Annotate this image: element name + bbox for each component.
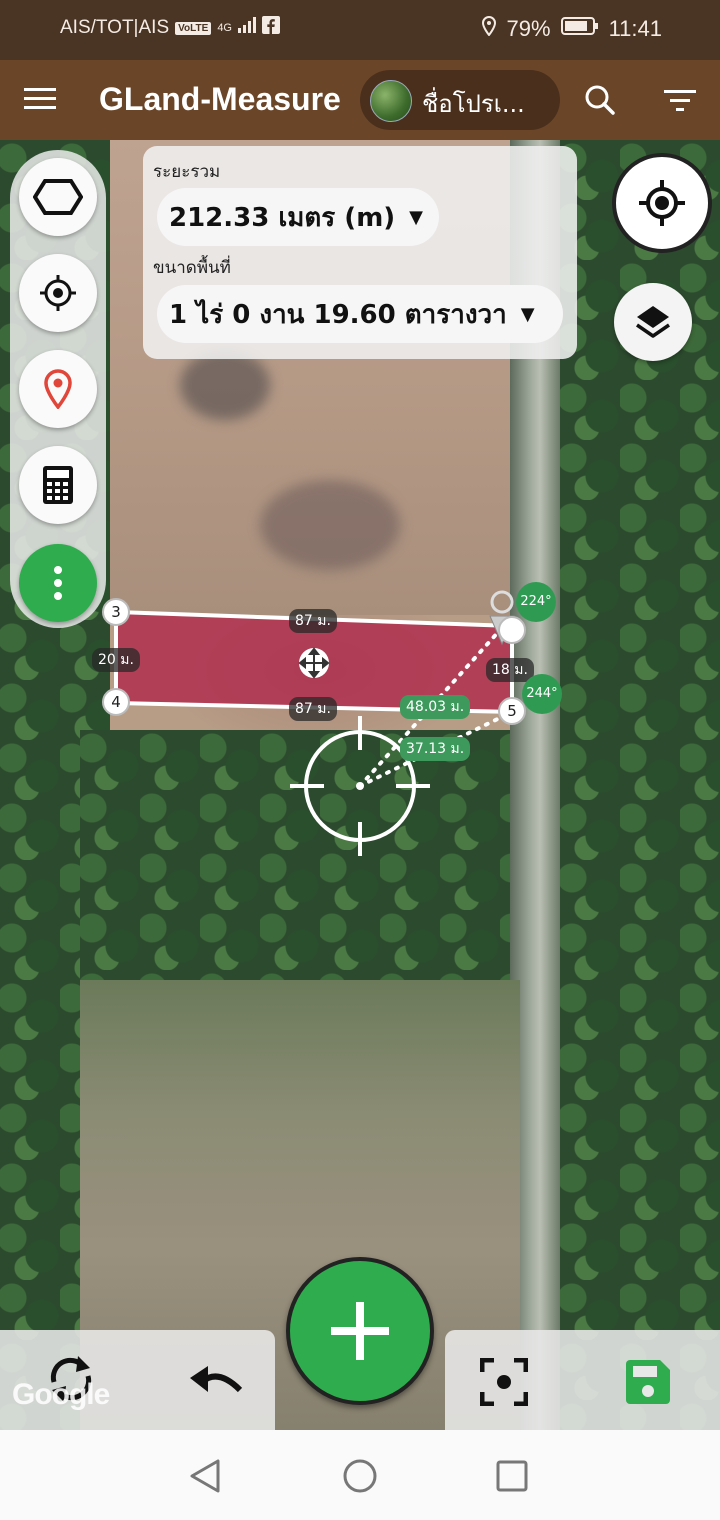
project-thumbnail	[370, 80, 412, 122]
gps-point-button[interactable]	[19, 254, 97, 332]
distance-label-2: 37.13 ม.	[400, 737, 471, 761]
pending-point-marker	[490, 590, 514, 614]
distance-label: ระยะรวม	[153, 162, 221, 182]
status-bar: AIS/TOT|AIS VoLTE 4G 79% 11:41	[0, 0, 720, 60]
crosshair-icon	[40, 275, 76, 311]
recents-icon[interactable]	[496, 1460, 528, 1496]
vertex-3[interactable]: 3	[102, 598, 130, 626]
edge-label-left: 20 ม.	[92, 648, 140, 672]
undo-icon	[190, 1366, 243, 1393]
menu-icon[interactable]	[24, 86, 56, 116]
bearing-badge-2: 244°	[522, 674, 562, 714]
battery-percent: 79%	[506, 16, 551, 41]
location-icon	[481, 15, 497, 42]
map-layers-button[interactable]	[614, 283, 692, 361]
edge-label-right: 18 ม.	[486, 658, 534, 682]
vertex-5[interactable]: 5	[498, 697, 526, 725]
vertex-4[interactable]: 4	[102, 688, 130, 716]
polygon-icon	[33, 179, 83, 215]
status-left: AIS/TOT|AIS VoLTE 4G	[60, 16, 280, 40]
back-icon[interactable]	[188, 1458, 222, 1498]
more-options-button[interactable]	[19, 544, 97, 622]
tool-panel	[10, 150, 106, 628]
volte-badge: VoLTE	[175, 21, 212, 35]
measurement-card: ระยะรวม 212.33 เมตร (m) ▼ ขนาดพื้นที่ 1 …	[143, 146, 577, 359]
calculator-icon	[43, 466, 73, 504]
distance-label-1: 48.03 ม.	[400, 695, 471, 719]
map-pin-icon	[44, 369, 72, 409]
my-location-button[interactable]	[612, 153, 712, 253]
area-unit-selector[interactable]: 1 ไร่ 0 งาน 19.60 ตารางวา ▼	[157, 285, 563, 343]
clock: 11:41	[608, 16, 662, 41]
vertex-active[interactable]	[498, 616, 526, 644]
project-selector[interactable]: ชื่อโปรเ...	[360, 70, 560, 130]
dropdown-arrow-icon: ▼	[409, 206, 424, 228]
edge-label-top: 87 ม.	[289, 609, 337, 633]
gps-fixed-icon	[639, 180, 685, 226]
signal-icon	[238, 17, 256, 39]
edge-label-bottom: 87 ม.	[289, 697, 337, 721]
pin-button[interactable]	[19, 350, 97, 428]
dropdown-arrow-icon: ▼	[520, 303, 535, 325]
layers-icon	[636, 306, 670, 338]
search-icon[interactable]	[584, 84, 616, 120]
google-attribution: Google	[12, 1378, 110, 1411]
app-title: GLand-Measure	[99, 81, 341, 117]
project-name: ชื่อโปรเ...	[422, 90, 525, 118]
add-point-button[interactable]	[286, 1257, 434, 1405]
undo-button[interactable]	[188, 1362, 244, 1406]
battery-icon	[560, 16, 599, 42]
status-right: 79% 11:41	[481, 15, 662, 42]
area-label: ขนาดพื้นที่	[153, 258, 231, 278]
save-button[interactable]	[624, 1358, 672, 1410]
polygon-tool-button[interactable]	[19, 158, 97, 236]
distance-value: 212.33 เมตร (m)	[169, 202, 396, 233]
carrier-text: AIS/TOT|AIS	[60, 17, 170, 38]
bearing-badge-1: 224°	[516, 582, 556, 622]
facebook-icon	[262, 16, 280, 40]
more-vertical-icon	[54, 566, 62, 600]
system-nav-bar	[0, 1430, 720, 1520]
filter-icon[interactable]	[664, 88, 696, 116]
network-type: 4G	[217, 22, 232, 34]
distance-unit-selector[interactable]: 212.33 เมตร (m) ▼	[157, 188, 439, 246]
area-value: 1 ไร่ 0 งาน 19.60 ตารางวา	[169, 299, 507, 330]
home-icon[interactable]	[342, 1458, 378, 1498]
plus-icon	[331, 1302, 389, 1360]
center-focus-icon	[479, 1357, 529, 1407]
calculator-button[interactable]	[19, 446, 97, 524]
crosshair-center	[356, 782, 364, 790]
focus-button[interactable]	[479, 1357, 529, 1410]
save-icon	[626, 1360, 670, 1404]
